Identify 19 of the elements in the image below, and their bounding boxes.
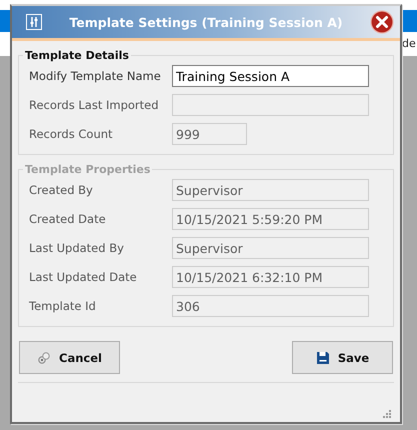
field-label: Template Id [29, 299, 97, 313]
group-title: Template Details [24, 49, 130, 62]
field-label: Created Date [29, 212, 107, 226]
field-label: Created By [29, 183, 94, 197]
field-label: Records Last Imported [29, 98, 160, 112]
resize-grip-icon[interactable] [382, 409, 392, 419]
cancel-button[interactable]: Cancel [19, 341, 120, 374]
field-label: Last Updated By [29, 241, 125, 255]
table-cell: de [402, 38, 416, 50]
field-label: Last Updated Date [29, 270, 138, 284]
field-label: Modify Template Name [29, 69, 162, 83]
text-field[interactable]: Training Session A [172, 65, 369, 87]
window-title: Template Settings (Training Session A) [68, 14, 344, 30]
group-title: Template Properties [24, 163, 152, 176]
close-icon[interactable] [370, 10, 394, 34]
field-label: Records Count [29, 127, 114, 141]
sliders-icon [26, 14, 42, 30]
link-icon [37, 350, 52, 364]
save-button[interactable]: Save [292, 341, 393, 374]
